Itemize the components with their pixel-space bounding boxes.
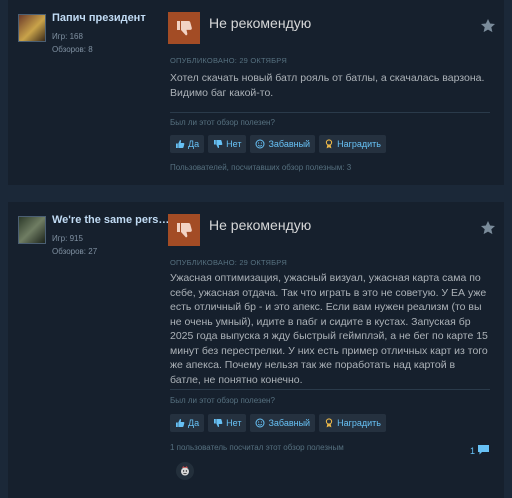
helpful-count: Пользователей, посчитавших обзор полезны… — [170, 163, 352, 172]
avatar[interactable] — [18, 216, 46, 244]
comment-count: 1 — [469, 446, 475, 456]
review-text: Хотел скачать новый батл рояль от батлы,… — [170, 72, 485, 99]
award-ribbon-icon — [324, 139, 334, 149]
review-card: We're the same pers… Игр: 915 Обзоров: 2… — [8, 202, 504, 498]
vote-buttons: Да Нет Забавный Наградить — [170, 414, 386, 432]
award-badge-icon[interactable] — [176, 462, 194, 480]
author-games-count[interactable]: Игр: 168 — [52, 32, 83, 41]
comment-bubble-icon — [477, 444, 490, 458]
review-text: Ужасная оптимизация, ужасный визуал, ужа… — [170, 272, 488, 386]
review-rating-title: Не рекомендую — [209, 15, 312, 31]
thumbs-down-icon — [213, 418, 223, 428]
award-label: Наградить — [337, 418, 381, 428]
author-name[interactable]: We're the same pers… — [52, 214, 170, 226]
smiley-icon — [255, 139, 265, 149]
smiley-icon — [255, 418, 265, 428]
award-ribbon-icon — [324, 418, 334, 428]
vote-yes-button[interactable]: Да — [170, 414, 205, 432]
vote-yes-label: Да — [188, 418, 200, 428]
award-button[interactable]: Наградить — [319, 414, 386, 432]
author-games-count[interactable]: Игр: 915 — [52, 234, 83, 243]
vote-no-label: Нет — [226, 139, 242, 149]
helpful-count: 1 пользователь посчитал этот обзор полез… — [170, 443, 344, 452]
vote-funny-label: Забавный — [268, 418, 311, 428]
author-reviews-count[interactable]: Обзоров: 27 — [52, 247, 97, 256]
vote-funny-button[interactable]: Забавный — [250, 414, 316, 432]
star-icon[interactable] — [480, 18, 496, 34]
star-icon[interactable] — [480, 220, 496, 236]
author-name[interactable]: Папич президент — [52, 12, 170, 24]
review-post-date: ОПУБЛИКОВАНО: 29 ОКТЯБРЯ — [170, 56, 287, 65]
helpful-question: Был ли этот обзор полезен? — [170, 396, 275, 405]
thumbs-up-icon — [175, 139, 185, 149]
thumbs-down-icon — [168, 12, 200, 44]
thumbs-down-icon — [168, 214, 200, 246]
divider — [170, 112, 490, 113]
vote-no-button[interactable]: Нет — [208, 135, 247, 153]
award-button[interactable]: Наградить — [319, 135, 386, 153]
review-post-date: ОПУБЛИКОВАНО: 29 ОКТЯБРЯ — [170, 258, 287, 267]
comments-link[interactable]: 1 — [470, 444, 490, 458]
vote-no-label: Нет — [226, 418, 242, 428]
helpful-question: Был ли этот обзор полезен? — [170, 118, 275, 127]
divider — [170, 389, 490, 390]
vote-buttons: Да Нет Забавный Наградить — [170, 135, 386, 153]
vote-no-button[interactable]: Нет — [208, 414, 247, 432]
vote-yes-button[interactable]: Да — [170, 135, 205, 153]
review-card: Папич президент Игр: 168 Обзоров: 8 Не р… — [8, 0, 504, 185]
review-rating-title: Не рекомендую — [209, 217, 312, 233]
author-reviews-count[interactable]: Обзоров: 8 — [52, 45, 93, 54]
vote-funny-button[interactable]: Забавный — [250, 135, 316, 153]
avatar[interactable] — [18, 14, 46, 42]
thumbs-up-icon — [175, 418, 185, 428]
thumbs-down-icon — [213, 139, 223, 149]
vote-funny-label: Забавный — [268, 139, 311, 149]
award-label: Наградить — [337, 139, 381, 149]
vote-yes-label: Да — [188, 139, 200, 149]
